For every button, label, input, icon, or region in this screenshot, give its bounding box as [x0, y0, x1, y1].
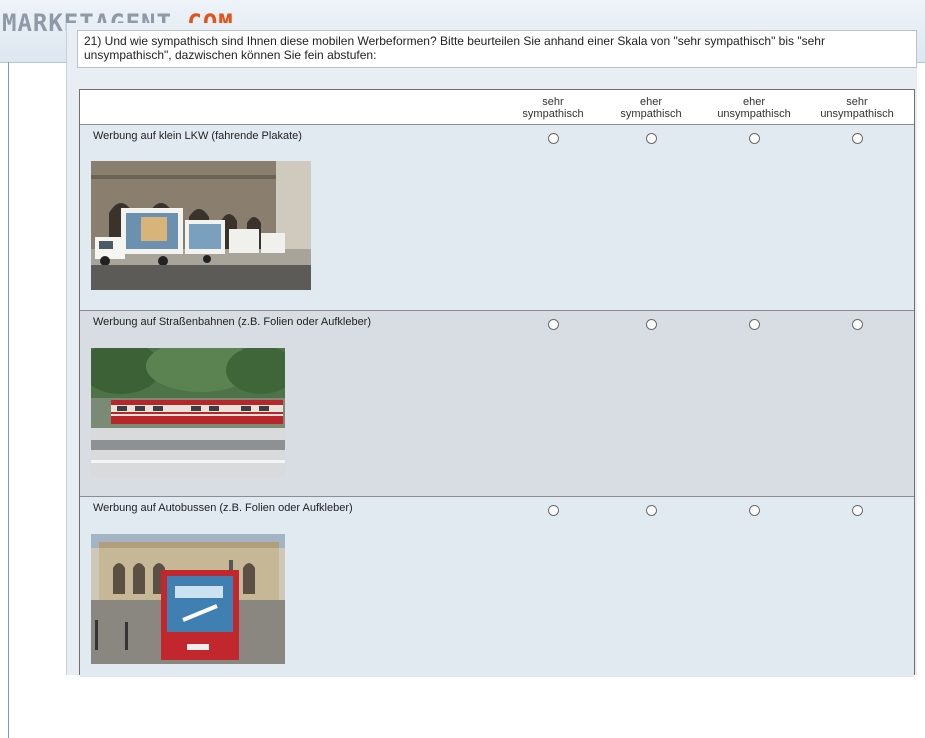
item-label: Werbung auf klein LKW (fahrende Plakate) [93, 130, 302, 142]
radio-rather-likeable[interactable] [646, 505, 657, 516]
radio-very-unlikeable[interactable] [852, 133, 863, 144]
radio-very-likeable[interactable] [548, 505, 559, 516]
rating-grid: sehr sympathisch eher sympathisch eher unsy… [79, 89, 915, 677]
scale-header-rather-likeable: eher sympathisch [620, 96, 682, 120]
question-text: 21) Und wie sympathisch sind Ihnen diese… [77, 30, 917, 68]
radio-rather-likeable[interactable] [646, 133, 657, 144]
radio-very-likeable[interactable] [548, 133, 559, 144]
scale-header-rather-unlikeable: eher unsympathisch [717, 96, 791, 120]
table-row: Werbung auf klein LKW (fahrende Plakate) [80, 124, 914, 311]
bus-ad-photo [91, 534, 285, 664]
radio-very-unlikeable[interactable] [852, 505, 863, 516]
item-label: Werbung auf Autobussen (z.B. Folien oder… [93, 502, 353, 514]
radio-rather-unlikeable[interactable] [749, 505, 760, 516]
scale-header-very-unlikeable: sehr unsympathisch [820, 96, 894, 120]
table-row: Werbung auf Straßenbahnen (z.B. Folien o… [80, 310, 914, 497]
table-row: Werbung auf Autobussen (z.B. Folien oder… [80, 496, 914, 677]
radio-very-likeable[interactable] [548, 319, 559, 330]
radio-rather-unlikeable[interactable] [749, 133, 760, 144]
radio-very-unlikeable[interactable] [852, 319, 863, 330]
scale-header-very-likeable: sehr sympathisch [522, 96, 584, 120]
tram-ad-photo [91, 348, 285, 478]
item-label: Werbung auf Straßenbahnen (z.B. Folien o… [93, 316, 372, 328]
radio-rather-likeable[interactable] [646, 319, 657, 330]
radio-rather-unlikeable[interactable] [749, 319, 760, 330]
truck-ad-photo [91, 161, 311, 290]
